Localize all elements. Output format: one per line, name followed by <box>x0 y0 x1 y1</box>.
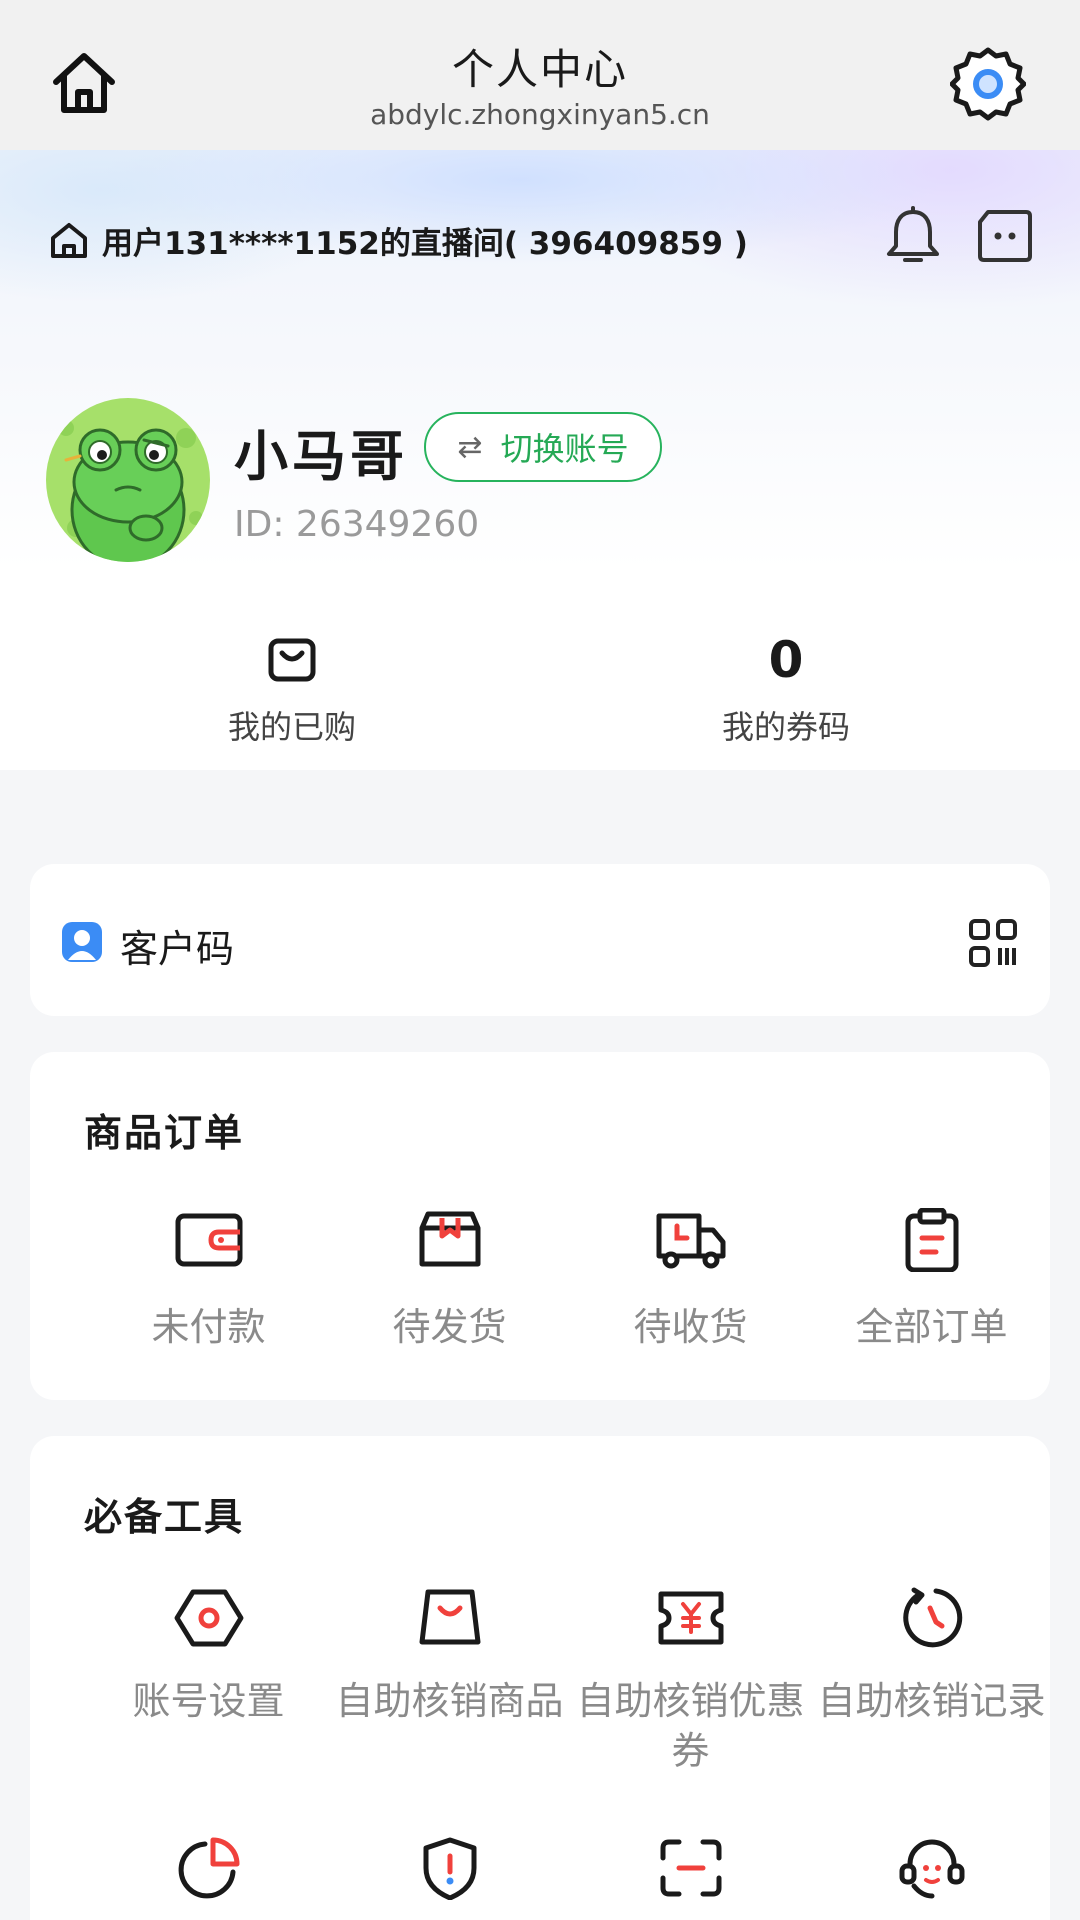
history-icon <box>902 1587 962 1648</box>
chat-icon[interactable] <box>976 208 1034 264</box>
order-to-ship[interactable]: 待发货 <box>329 1208 570 1352</box>
order-to-receive-label: 待收货 <box>633 1305 748 1349</box>
customer-code-card[interactable]: 客户码 <box>30 864 1050 1016</box>
swap-icon: ⇄ <box>457 429 483 465</box>
avatar[interactable] <box>46 398 210 562</box>
gear-icon[interactable] <box>949 46 1027 122</box>
tool-self-verify-goods-label: 自助核销商品 <box>335 1679 564 1723</box>
box-icon <box>419 1211 480 1267</box>
tool-security[interactable] <box>329 1836 570 1920</box>
my-purchases[interactable]: 我的已购 <box>142 630 442 748</box>
tool-self-verify-coupon-label: 自助核销优惠券 <box>576 1679 805 1773</box>
switch-account-button[interactable]: ⇄ 切换账号 <box>424 412 662 482</box>
orders-title: 商品订单 <box>84 1111 245 1155</box>
tool-statistics[interactable] <box>88 1836 329 1920</box>
shopping-bag-icon <box>268 638 316 682</box>
bag-icon <box>419 1589 480 1645</box>
live-room-label: 用户131****1152的直播间( 396409859 ) <box>102 225 748 262</box>
customer-service-icon <box>899 1839 964 1899</box>
tool-self-verify-goods[interactable]: 自助核销商品 <box>329 1586 570 1776</box>
live-room-row[interactable]: 用户131****1152的直播间( 396409859 ) <box>48 212 748 268</box>
tools-title: 必备工具 <box>84 1495 245 1539</box>
orders-grid: 未付款 待发货 待收货 全部订单 <box>88 1208 1052 1352</box>
order-unpaid[interactable]: 未付款 <box>88 1208 329 1352</box>
tool-self-verify-coupon[interactable]: 自助核销优惠券 <box>570 1586 811 1776</box>
tool-self-verify-records[interactable]: 自助核销记录 <box>811 1586 1052 1776</box>
house-icon <box>51 223 87 258</box>
wallet-icon <box>175 1213 242 1267</box>
my-coupons-label: 我的券码 <box>721 708 850 746</box>
order-to-ship-label: 待发货 <box>392 1305 507 1349</box>
bell-icon[interactable] <box>884 206 942 266</box>
page-title: 个人中心 <box>451 45 628 94</box>
clipboard-icon <box>905 1208 958 1272</box>
username: 小马哥 <box>234 425 408 488</box>
user-id: ID: 26349260 <box>234 504 480 545</box>
tool-account-settings[interactable]: 账号设置 <box>88 1586 329 1776</box>
order-all[interactable]: 全部订单 <box>811 1208 1052 1352</box>
customer-id-icon <box>62 922 102 962</box>
tools-card: 必备工具 账号设置 自助核销商品 自助核销优惠券 自助核销记录 <box>30 1436 1050 1920</box>
tool-customer-service[interactable] <box>811 1836 1052 1920</box>
page-url: abdylc.zhongxinyan5.cn <box>370 98 710 131</box>
tool-account-settings-label: 账号设置 <box>132 1679 285 1723</box>
tools-grid-row2 <box>88 1836 1052 1920</box>
truck-icon <box>656 1213 725 1269</box>
customer-code-label: 客户码 <box>120 927 235 971</box>
shield-alert-icon <box>423 1837 476 1900</box>
order-all-label: 全部订单 <box>855 1305 1008 1349</box>
tool-scan[interactable] <box>570 1836 811 1920</box>
pie-chart-icon <box>178 1837 239 1899</box>
my-purchases-label: 我的已购 <box>227 708 356 746</box>
coupon-icon <box>658 1591 723 1645</box>
profile-header: 用户131****1152的直播间( 396409859 ) 小马哥 ⇄ 切换账… <box>0 150 1080 770</box>
scan-icon <box>660 1839 721 1897</box>
coupons-count: 0 <box>768 631 804 689</box>
hexagon-settings-icon <box>174 1589 243 1647</box>
tool-self-verify-records-label: 自助核销记录 <box>817 1679 1046 1723</box>
order-to-receive[interactable]: 待收货 <box>570 1208 811 1352</box>
qr-code-icon[interactable] <box>968 918 1018 968</box>
order-unpaid-label: 未付款 <box>151 1305 266 1349</box>
my-coupons[interactable]: 0 我的券码 <box>636 630 936 748</box>
tools-grid-row1: 账号设置 自助核销商品 自助核销优惠券 自助核销记录 <box>88 1586 1052 1776</box>
switch-account-label: 切换账号 <box>500 430 629 468</box>
top-bar: 个人中心 abdylc.zhongxinyan5.cn <box>0 0 1080 150</box>
orders-card: 商品订单 未付款 待发货 待收货 全部订单 <box>30 1052 1050 1400</box>
